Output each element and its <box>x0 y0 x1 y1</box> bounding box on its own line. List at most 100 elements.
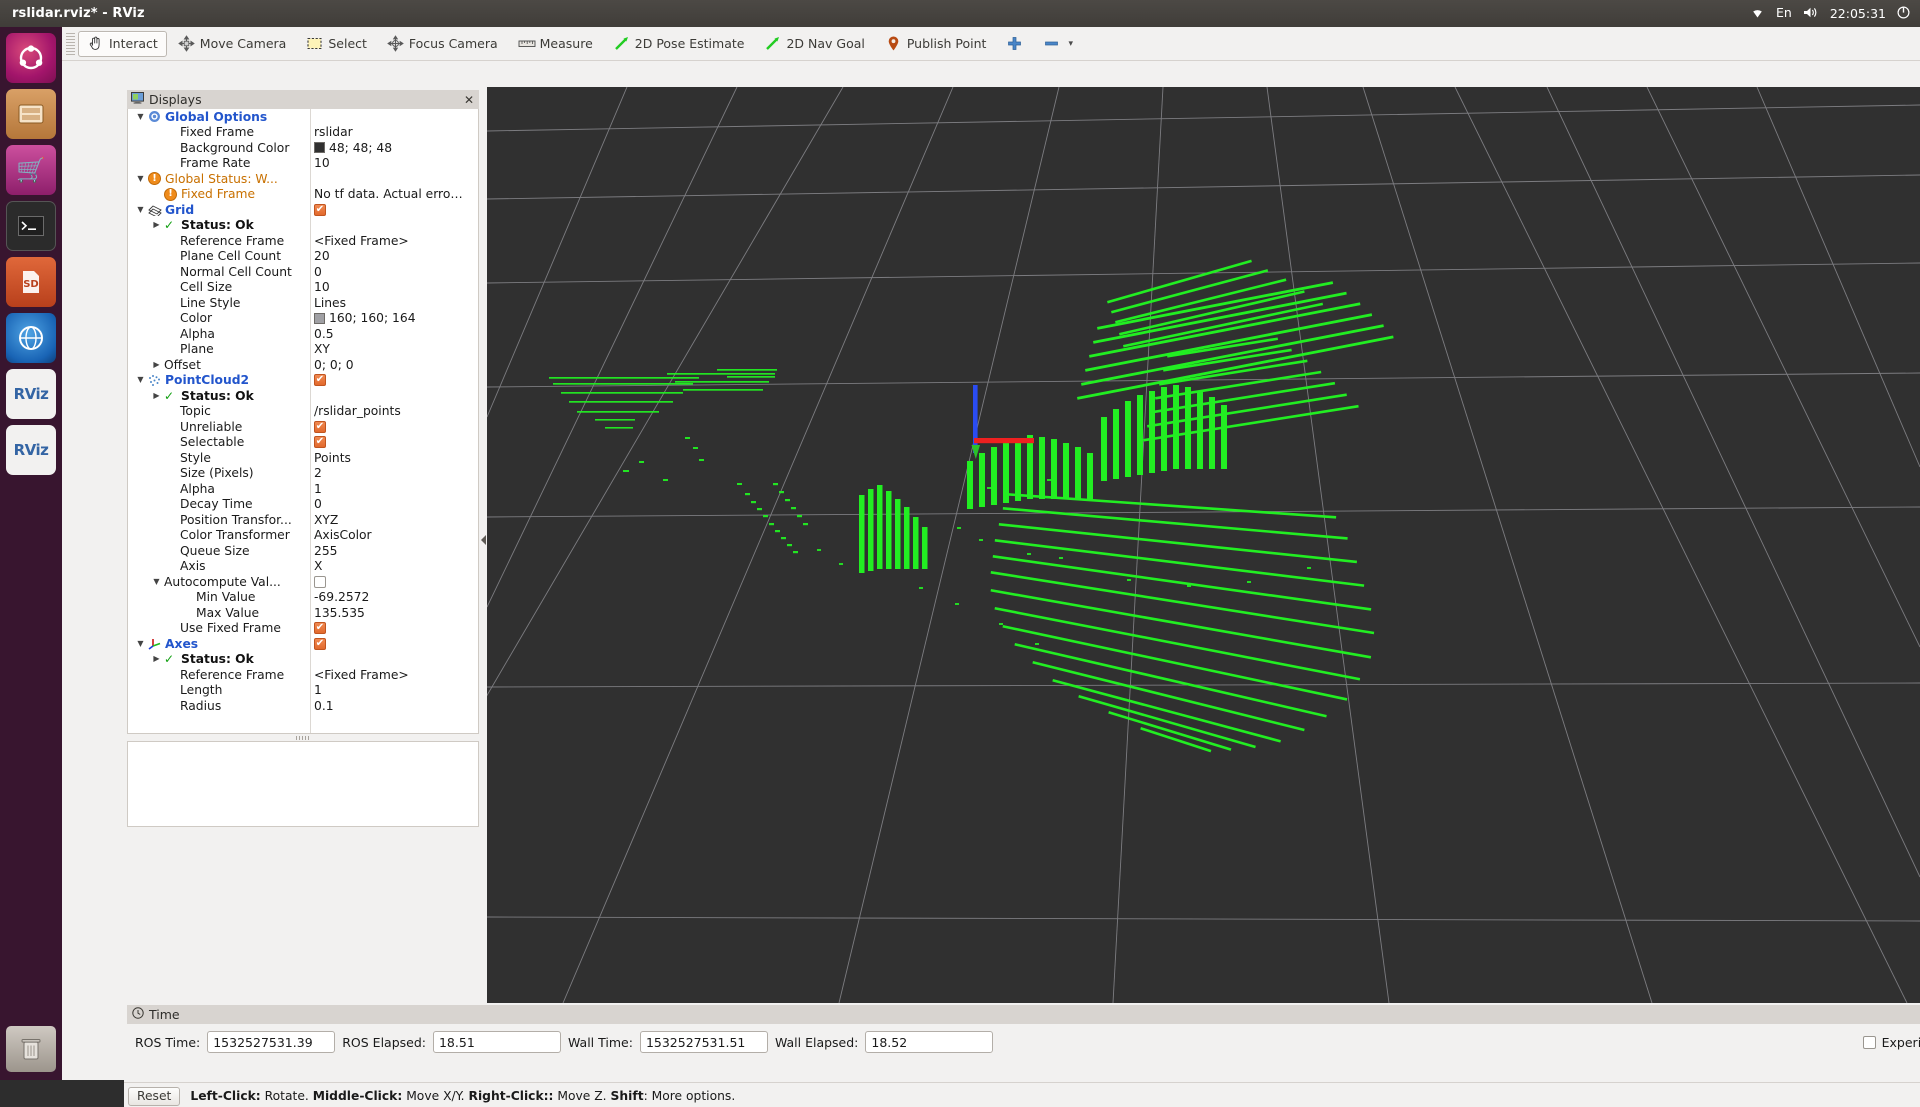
tree-row-value-cell[interactable]: 0.5 <box>314 326 334 342</box>
launcher-item-rviz-1[interactable]: RViz <box>6 369 56 419</box>
launcher-item-sd[interactable]: SD <box>6 257 56 307</box>
tool-interact[interactable]: Interact <box>78 30 167 57</box>
tree-row-value-cell[interactable]: <Fixed Frame> <box>314 233 409 249</box>
tree-row-value-cell[interactable]: XY <box>314 342 330 358</box>
tool-measure[interactable]: Measure <box>509 31 602 57</box>
chevron-right-icon[interactable] <box>152 221 161 229</box>
tree-row-value-cell[interactable]: 2 <box>314 466 322 482</box>
tree-row-value-cell[interactable]: 0; 0; 0 <box>314 357 354 373</box>
tree-row-value-cell[interactable]: ✔ <box>314 435 326 451</box>
tree-row-value-cell[interactable]: 0 <box>314 264 322 280</box>
checkbox[interactable] <box>314 575 326 588</box>
volume-icon[interactable] <box>1803 6 1819 22</box>
power-icon[interactable] <box>1897 6 1910 22</box>
tree-row-value-cell[interactable]: <Fixed Frame> <box>314 667 409 683</box>
checkbox[interactable]: ✔ <box>314 622 326 635</box>
tree-row[interactable]: Unreliable ✔ <box>128 419 478 435</box>
tree-row[interactable]: Plane Cell Count 20 <box>128 249 478 265</box>
tree-row[interactable]: Position Transfor... XYZ <box>128 512 478 528</box>
chevron-down-icon[interactable]: ▾ <box>1068 39 1073 49</box>
tree-row-value-cell[interactable]: 0 <box>314 497 322 513</box>
checkbox[interactable]: ✔ <box>314 203 326 216</box>
displays-tree[interactable]: Global OptionsFixed FramerslidarBackgrou… <box>127 109 479 734</box>
tree-row-value-cell[interactable]: Points <box>314 450 351 466</box>
tree-row-value-cell[interactable]: -69.2572 <box>314 590 369 606</box>
chevron-down-icon[interactable] <box>136 640 145 648</box>
tool-select[interactable]: Select <box>297 31 376 57</box>
tree-row-value-cell[interactable]: Lines <box>314 295 346 311</box>
tree-row[interactable]: Frame Rate 10 <box>128 156 478 172</box>
launcher-item-ubuntu-dash[interactable] <box>6 33 56 83</box>
launcher-item-terminal[interactable] <box>6 201 56 251</box>
chevron-right-icon[interactable] <box>152 392 161 400</box>
tree-row[interactable]: Min Value -69.2572 <box>128 590 478 606</box>
tree-row[interactable]: Radius 0.1 <box>128 698 478 714</box>
tree-row[interactable]: Normal Cell Count 0 <box>128 264 478 280</box>
view-collapse-handle[interactable] <box>479 87 487 992</box>
tree-row[interactable]: Autocompute Val... <box>128 574 478 590</box>
tool-2d-nav-goal[interactable]: 2D Nav Goal <box>755 31 873 57</box>
tree-row[interactable]: Max Value 135.535 <box>128 605 478 621</box>
tree-row-value-cell[interactable]: ✔ <box>314 373 326 389</box>
chevron-down-icon[interactable] <box>136 206 145 214</box>
tree-row[interactable]: Fixed Frame rslidar <box>128 125 478 141</box>
tree-row-value-cell[interactable]: ✔ <box>314 419 326 435</box>
tree-row[interactable]: Topic/rslidar_points <box>128 404 478 420</box>
tree-row[interactable]: Use Fixed Frame ✔ <box>128 621 478 637</box>
tree-row-value-cell[interactable]: 0.1 <box>314 698 334 714</box>
toolbar-drag-handle[interactable] <box>66 32 75 55</box>
color-swatch[interactable] <box>314 312 325 324</box>
tree-row[interactable]: !Global Status: W... <box>128 171 478 187</box>
clock[interactable]: 22:05:31 <box>1830 6 1886 21</box>
tree-row-value-cell[interactable]: 1 <box>314 683 322 699</box>
tree-row[interactable]: Style Points <box>128 450 478 466</box>
tree-row-value-cell[interactable]: 20 <box>314 249 330 265</box>
tree-row[interactable]: Global Options <box>128 109 478 125</box>
tree-row-value-cell[interactable]: 1 <box>314 481 322 497</box>
wifi-icon[interactable] <box>1750 6 1765 22</box>
tree-row[interactable]: Alpha 0.5 <box>128 326 478 342</box>
tree-row[interactable]: Selectable ✔ <box>128 435 478 451</box>
chevron-down-icon[interactable] <box>152 578 161 586</box>
experimental-checkbox[interactable] <box>1862 1035 1876 1049</box>
wall-elapsed-input[interactable] <box>865 1031 994 1053</box>
chevron-down-icon[interactable] <box>136 376 145 384</box>
checkbox[interactable]: ✔ <box>314 637 326 650</box>
launcher-item-firefox[interactable] <box>6 313 56 363</box>
close-icon[interactable]: ✕ <box>464 94 474 106</box>
chevron-right-icon[interactable] <box>152 361 161 369</box>
remove-tool-button[interactable]: ▾ <box>1034 31 1082 57</box>
tree-row[interactable]: Color Transformer AxisColor <box>128 528 478 544</box>
tree-row[interactable]: Axis X <box>128 559 478 575</box>
tree-row-value-cell[interactable]: X <box>314 559 322 575</box>
tool-focus-camera[interactable]: Focus Camera <box>378 31 507 57</box>
tree-row[interactable]: Line Style Lines <box>128 295 478 311</box>
tree-row[interactable]: Decay Time 0 <box>128 497 478 513</box>
tree-row[interactable]: Size (Pixels) 2 <box>128 466 478 482</box>
chevron-down-icon[interactable] <box>136 113 145 121</box>
tree-row[interactable]: Plane XY <box>128 342 478 358</box>
launcher-item-files[interactable] <box>6 89 56 139</box>
reset-button[interactable]: Reset <box>128 1086 181 1106</box>
tool-move-camera[interactable]: Move Camera <box>169 31 296 57</box>
tree-row[interactable]: Offset 0; 0; 0 <box>128 357 478 373</box>
tree-row[interactable]: Grid ✔ <box>128 202 478 218</box>
wall-time-input[interactable] <box>639 1031 768 1053</box>
tree-row[interactable]: Reference Frame <Fixed Frame> <box>128 667 478 683</box>
tree-row-value-cell[interactable]: AxisColor <box>314 528 372 544</box>
tree-row-value-cell[interactable]: No tf data. Actual erro… <box>314 187 463 203</box>
tree-row[interactable]: Axes ✔ <box>128 636 478 652</box>
tool-publish-point[interactable]: Publish Point <box>876 31 996 57</box>
checkbox[interactable]: ✔ <box>314 436 326 449</box>
tree-row[interactable]: ! Fixed Frame No tf data. Actual erro… <box>128 187 478 203</box>
tree-row-value-cell[interactable]: 135.535 <box>314 605 365 621</box>
tree-row-value-cell[interactable]: 160; 160; 164 <box>314 311 416 327</box>
tree-row-value-cell[interactable]: rslidar <box>314 125 353 141</box>
tree-row[interactable]: Cell Size 10 <box>128 280 478 296</box>
launcher-item-trash[interactable] <box>6 1026 56 1072</box>
tree-row-value-cell[interactable]: /rslidar_points <box>314 404 401 420</box>
chevron-down-icon[interactable] <box>136 175 145 183</box>
tree-row[interactable]: Color 160; 160; 164 <box>128 311 478 327</box>
add-tool-button[interactable] <box>997 31 1032 57</box>
tree-row[interactable]: Alpha 1 <box>128 481 478 497</box>
